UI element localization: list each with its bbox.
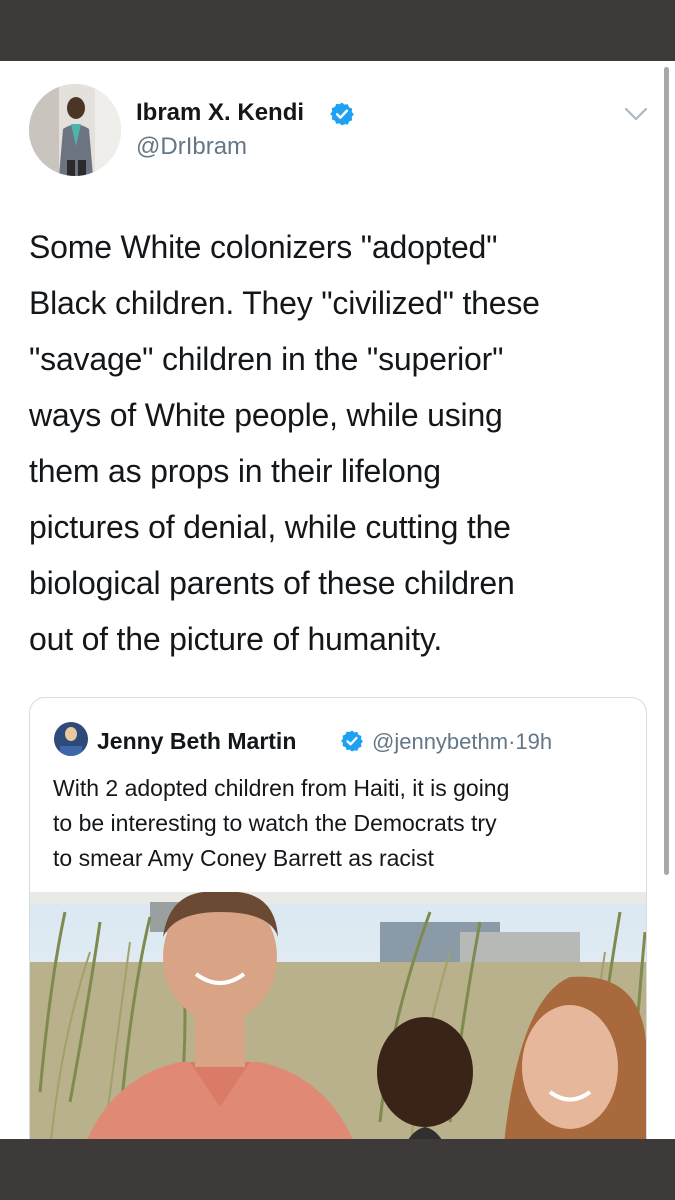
verified-badge-icon: [341, 730, 363, 752]
quoted-author-handle[interactable]: @jennybethm: [372, 729, 508, 754]
chevron-down-icon[interactable]: [622, 104, 650, 124]
author-handle[interactable]: @DrIbram: [136, 133, 247, 161]
quoted-tweet-text: With 2 adopted children from Haiti, it i…: [53, 775, 510, 871]
author-name[interactable]: Ibram X. Kendi: [136, 99, 304, 127]
quoted-tweet[interactable]: Jenny Beth Martin @jennybethm·19h With 2…: [29, 697, 647, 1199]
bottom-frame-bar: [0, 1139, 675, 1200]
quoted-handle-and-time[interactable]: @jennybethm·19h: [372, 729, 552, 755]
quoted-time[interactable]: 19h: [515, 729, 552, 754]
verified-badge-icon: [330, 102, 354, 126]
quoted-author-name[interactable]: Jenny Beth Martin: [97, 728, 296, 755]
author-avatar[interactable]: [29, 84, 121, 176]
top-frame-bar: [0, 0, 675, 61]
scrollbar[interactable]: [664, 67, 669, 875]
quoted-author-avatar[interactable]: [54, 722, 88, 756]
tweet-text: Some White colonizers "adopted" Black ch…: [29, 229, 540, 657]
